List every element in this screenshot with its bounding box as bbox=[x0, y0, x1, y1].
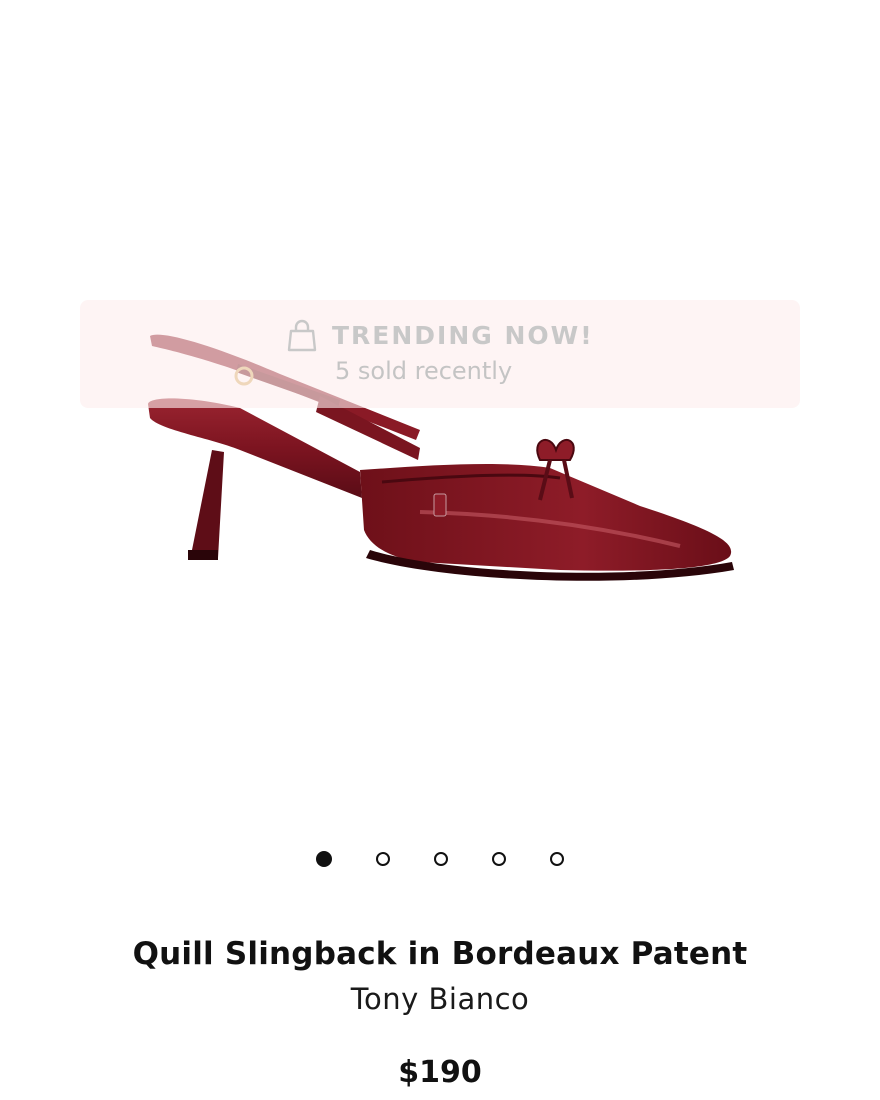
shopping-bag-icon bbox=[287, 319, 317, 352]
gallery-dot-5[interactable] bbox=[550, 852, 564, 866]
product-brand[interactable]: Tony Bianco bbox=[0, 982, 880, 1016]
trending-title-row: TRENDING NOW! bbox=[286, 318, 594, 352]
product-title[interactable]: Quill Slingback in Bordeaux Patent bbox=[0, 936, 880, 972]
gallery-dot-2[interactable] bbox=[376, 852, 390, 866]
trending-subtitle: 5 sold recently bbox=[335, 357, 513, 385]
trending-title: TRENDING NOW! bbox=[332, 320, 594, 350]
gallery-dot-1[interactable] bbox=[316, 851, 332, 867]
gallery-dot-3[interactable] bbox=[434, 852, 448, 866]
gallery-dot-4[interactable] bbox=[492, 852, 506, 866]
product-page: TRENDING NOW! 5 sold recently Quill Slin… bbox=[0, 0, 880, 1100]
product-price: $190 bbox=[398, 1055, 482, 1090]
gallery-pagination bbox=[0, 851, 880, 867]
trending-banner bbox=[80, 300, 800, 408]
product-image-gallery[interactable] bbox=[0, 0, 880, 820]
